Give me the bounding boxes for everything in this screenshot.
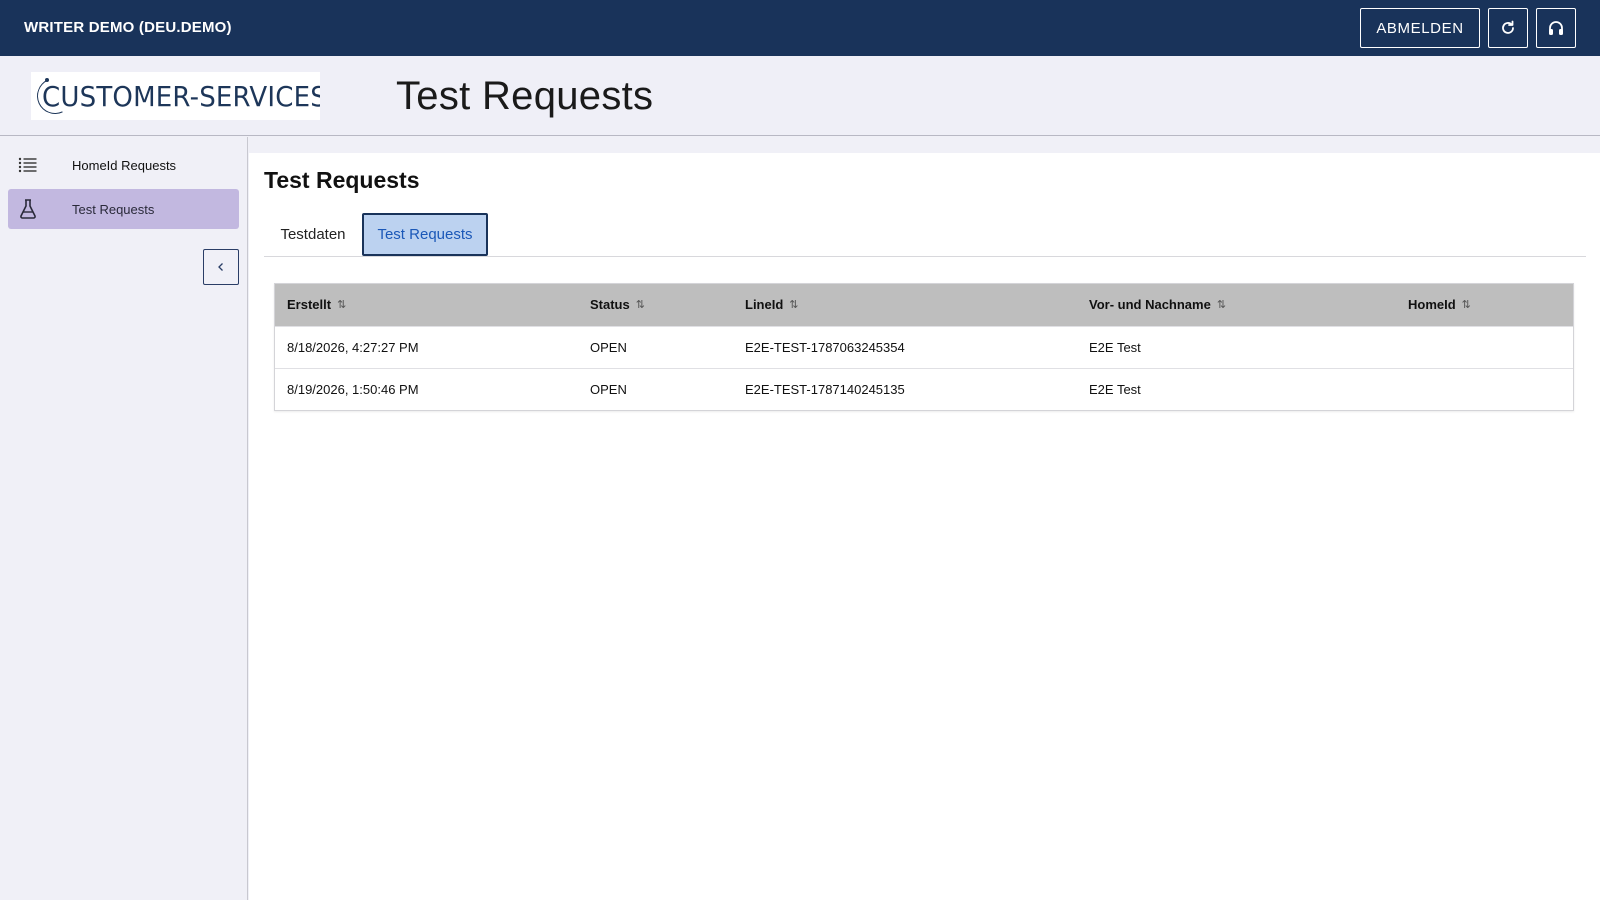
page-title: Test Requests: [396, 74, 654, 118]
sidebar-item-test-requests[interactable]: Test Requests: [8, 189, 239, 229]
table-row[interactable]: 8/18/2026, 4:27:27 PM OPEN E2E-TEST-1787…: [275, 326, 1573, 368]
column-header-status[interactable]: Status ⇅: [578, 284, 733, 326]
column-header-erstellt[interactable]: Erstellt ⇅: [275, 284, 578, 326]
cell-status: OPEN: [590, 339, 627, 355]
column-header-name[interactable]: Vor- und Nachname ⇅: [1077, 284, 1396, 326]
list-icon: [18, 155, 38, 175]
sort-icon[interactable]: ⇅: [1462, 298, 1471, 311]
section-title: Test Requests: [264, 167, 420, 193]
tab-testdaten[interactable]: Testdaten: [264, 213, 362, 256]
column-label: Status: [590, 297, 630, 313]
column-header-lineid[interactable]: LineId ⇅: [733, 284, 1077, 326]
cell-name: E2E Test: [1089, 339, 1141, 355]
cell-lineid: E2E-TEST-1787063245354: [745, 339, 905, 355]
logo: CUSTOMER-SERVICES: [31, 72, 320, 120]
sort-icon[interactable]: ⇅: [636, 298, 645, 311]
main-content: Test Requests Testdaten Test Requests Er…: [249, 153, 1600, 900]
support-button[interactable]: [1536, 8, 1576, 48]
requests-table: Erstellt ⇅ Status ⇅ LineId ⇅ Vor- und Nachn…: [274, 283, 1574, 411]
headset-icon: [1549, 21, 1563, 35]
sidebar-item-label: Test Requests: [72, 201, 155, 217]
flask-icon: [18, 199, 38, 219]
tab-bar: Testdaten Test Requests: [264, 213, 1586, 257]
page-header: CUSTOMER-SERVICES Test Requests: [0, 56, 1600, 136]
refresh-icon: [1502, 20, 1514, 34]
sidebar: HomeId Requests Test Requests: [0, 137, 248, 900]
sidebar-item-label: HomeId Requests: [72, 157, 177, 173]
sort-icon[interactable]: ⇅: [1217, 298, 1226, 311]
refresh-button[interactable]: [1488, 8, 1528, 48]
column-header-homeid[interactable]: HomeId ⇅: [1396, 284, 1573, 326]
cell-erstellt: 8/18/2026, 4:27:27 PM: [287, 339, 419, 355]
app-title: WRITER DEMO (DEU.DEMO): [24, 19, 232, 36]
column-label: HomeId: [1408, 297, 1456, 313]
cell-lineid: E2E-TEST-1787140245135: [745, 381, 905, 397]
column-label: Erstellt: [287, 297, 332, 313]
sidebar-item-homeid-requests[interactable]: HomeId Requests: [8, 145, 239, 185]
sort-icon[interactable]: ⇅: [789, 298, 798, 311]
column-label: LineId: [745, 297, 784, 313]
table-header-row: Erstellt ⇅ Status ⇅ LineId ⇅ Vor- und Nachn…: [275, 284, 1573, 326]
collapse-sidebar-button[interactable]: [203, 249, 239, 285]
sort-icon[interactable]: ⇅: [337, 298, 346, 311]
cell-homeid: [1396, 368, 1573, 410]
cell-name: E2E Test: [1089, 381, 1141, 397]
cell-homeid: [1396, 326, 1573, 368]
top-bar: WRITER DEMO (DEU.DEMO) ABMELDEN: [0, 0, 1600, 56]
logo-text: CUSTOMER-SERVICES: [42, 80, 320, 113]
logout-button[interactable]: ABMELDEN: [1360, 8, 1480, 48]
tab-test-requests[interactable]: Test Requests: [362, 213, 488, 256]
cell-status: OPEN: [590, 381, 627, 397]
table-row[interactable]: 8/19/2026, 1:50:46 PM OPEN E2E-TEST-1787…: [275, 368, 1573, 410]
column-label: Vor- und Nachname: [1089, 297, 1211, 313]
cell-erstellt: 8/19/2026, 1:50:46 PM: [287, 381, 419, 397]
chevron-left-icon: [218, 263, 223, 271]
